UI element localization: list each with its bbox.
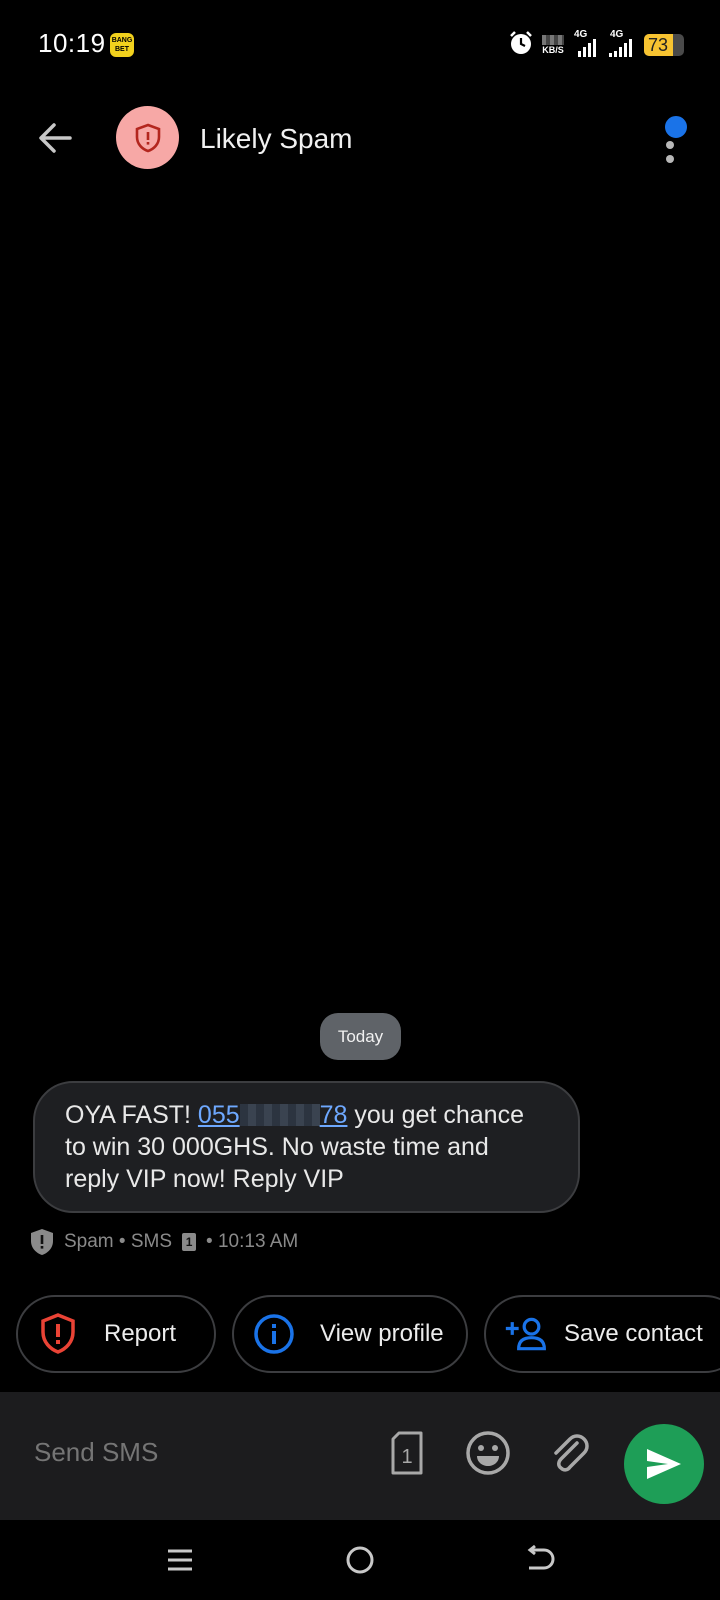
network-speed: KB/S xyxy=(542,35,564,55)
recent-apps-button[interactable] xyxy=(158,1538,202,1582)
more-vert-dot xyxy=(666,141,674,149)
status-time: 10:19 xyxy=(38,28,106,58)
sim-card-icon: 1 xyxy=(182,1233,197,1251)
status-icons: KB/S 4G 4G 73 xyxy=(508,29,684,61)
sim-select-button[interactable]: 1 xyxy=(382,1428,432,1478)
message-composer: 1 xyxy=(0,1392,720,1520)
save-contact-label: Save contact xyxy=(564,1320,703,1347)
report-shield-icon xyxy=(36,1312,80,1356)
send-icon xyxy=(647,1449,681,1479)
home-button[interactable] xyxy=(338,1538,382,1582)
save-contact-button[interactable]: Save contact xyxy=(484,1295,720,1373)
menu-icon xyxy=(168,1549,192,1571)
signal-sim1-icon: 4G xyxy=(572,29,600,59)
phone-number-start: 055 xyxy=(197,1101,240,1129)
send-button[interactable] xyxy=(624,1424,704,1504)
message-meta: Spam • SMS 1 • 10:13 AM xyxy=(30,1227,298,1257)
home-circle-icon xyxy=(346,1546,374,1574)
battery-level: 73 xyxy=(648,35,669,55)
report-label: Report xyxy=(104,1320,177,1347)
more-vert-dot xyxy=(666,155,674,163)
battery-icon: 73 xyxy=(644,34,684,56)
conversation-title[interactable]: Likely Spam xyxy=(200,123,353,155)
suggested-actions: Report View profile Save contact xyxy=(0,1295,720,1375)
phone-number-link[interactable]: 055 78 xyxy=(198,1101,348,1129)
info-icon xyxy=(252,1312,296,1356)
app-badge-icon: BANG BET xyxy=(110,33,134,57)
emoji-icon xyxy=(466,1431,510,1475)
date-divider: Today xyxy=(320,1013,401,1060)
view-profile-button[interactable]: View profile xyxy=(232,1295,468,1373)
sms-input[interactable] xyxy=(32,1436,366,1469)
system-back-button[interactable] xyxy=(518,1538,562,1582)
status-bar: 10:19 BANG BET KB/S 4G 4G 73 xyxy=(0,0,720,90)
message-type: Spam • SMS xyxy=(64,1231,173,1252)
signal-sim2-icon: 4G xyxy=(608,29,636,59)
paperclip-icon xyxy=(554,1434,589,1472)
message-bubble[interactable]: OYA FAST! 055 78 you get chance to win 30… xyxy=(33,1081,580,1213)
network-speed-unit: KB/S xyxy=(542,45,564,55)
shield-alert-icon xyxy=(135,123,160,152)
add-person-icon xyxy=(504,1312,548,1356)
message-prefix: OYA FAST! xyxy=(65,1101,198,1129)
alarm-icon xyxy=(508,30,534,61)
more-options-button[interactable] xyxy=(650,113,690,165)
emoji-button[interactable] xyxy=(463,1428,513,1478)
view-profile-label: View profile xyxy=(320,1320,444,1347)
report-button[interactable]: Report xyxy=(16,1295,216,1373)
attach-button[interactable] xyxy=(544,1428,594,1478)
back-button[interactable] xyxy=(30,113,80,163)
network-speed-value xyxy=(542,35,564,45)
composer-sim-number: 1 xyxy=(401,1446,412,1468)
system-navigation-bar xyxy=(0,1520,720,1600)
phone-number-end: 78 xyxy=(319,1101,348,1129)
notification-dot xyxy=(662,113,690,141)
sim-card-icon: 1 xyxy=(391,1431,423,1475)
conversation-header: Likely Spam xyxy=(0,95,720,180)
avatar[interactable] xyxy=(116,106,179,169)
message-time: • 10:13 AM xyxy=(206,1231,299,1252)
back-gesture-icon xyxy=(527,1544,555,1570)
arrow-left-icon xyxy=(39,123,72,153)
phone-number-redaction xyxy=(239,1104,320,1126)
spam-shield-icon xyxy=(31,1229,53,1255)
